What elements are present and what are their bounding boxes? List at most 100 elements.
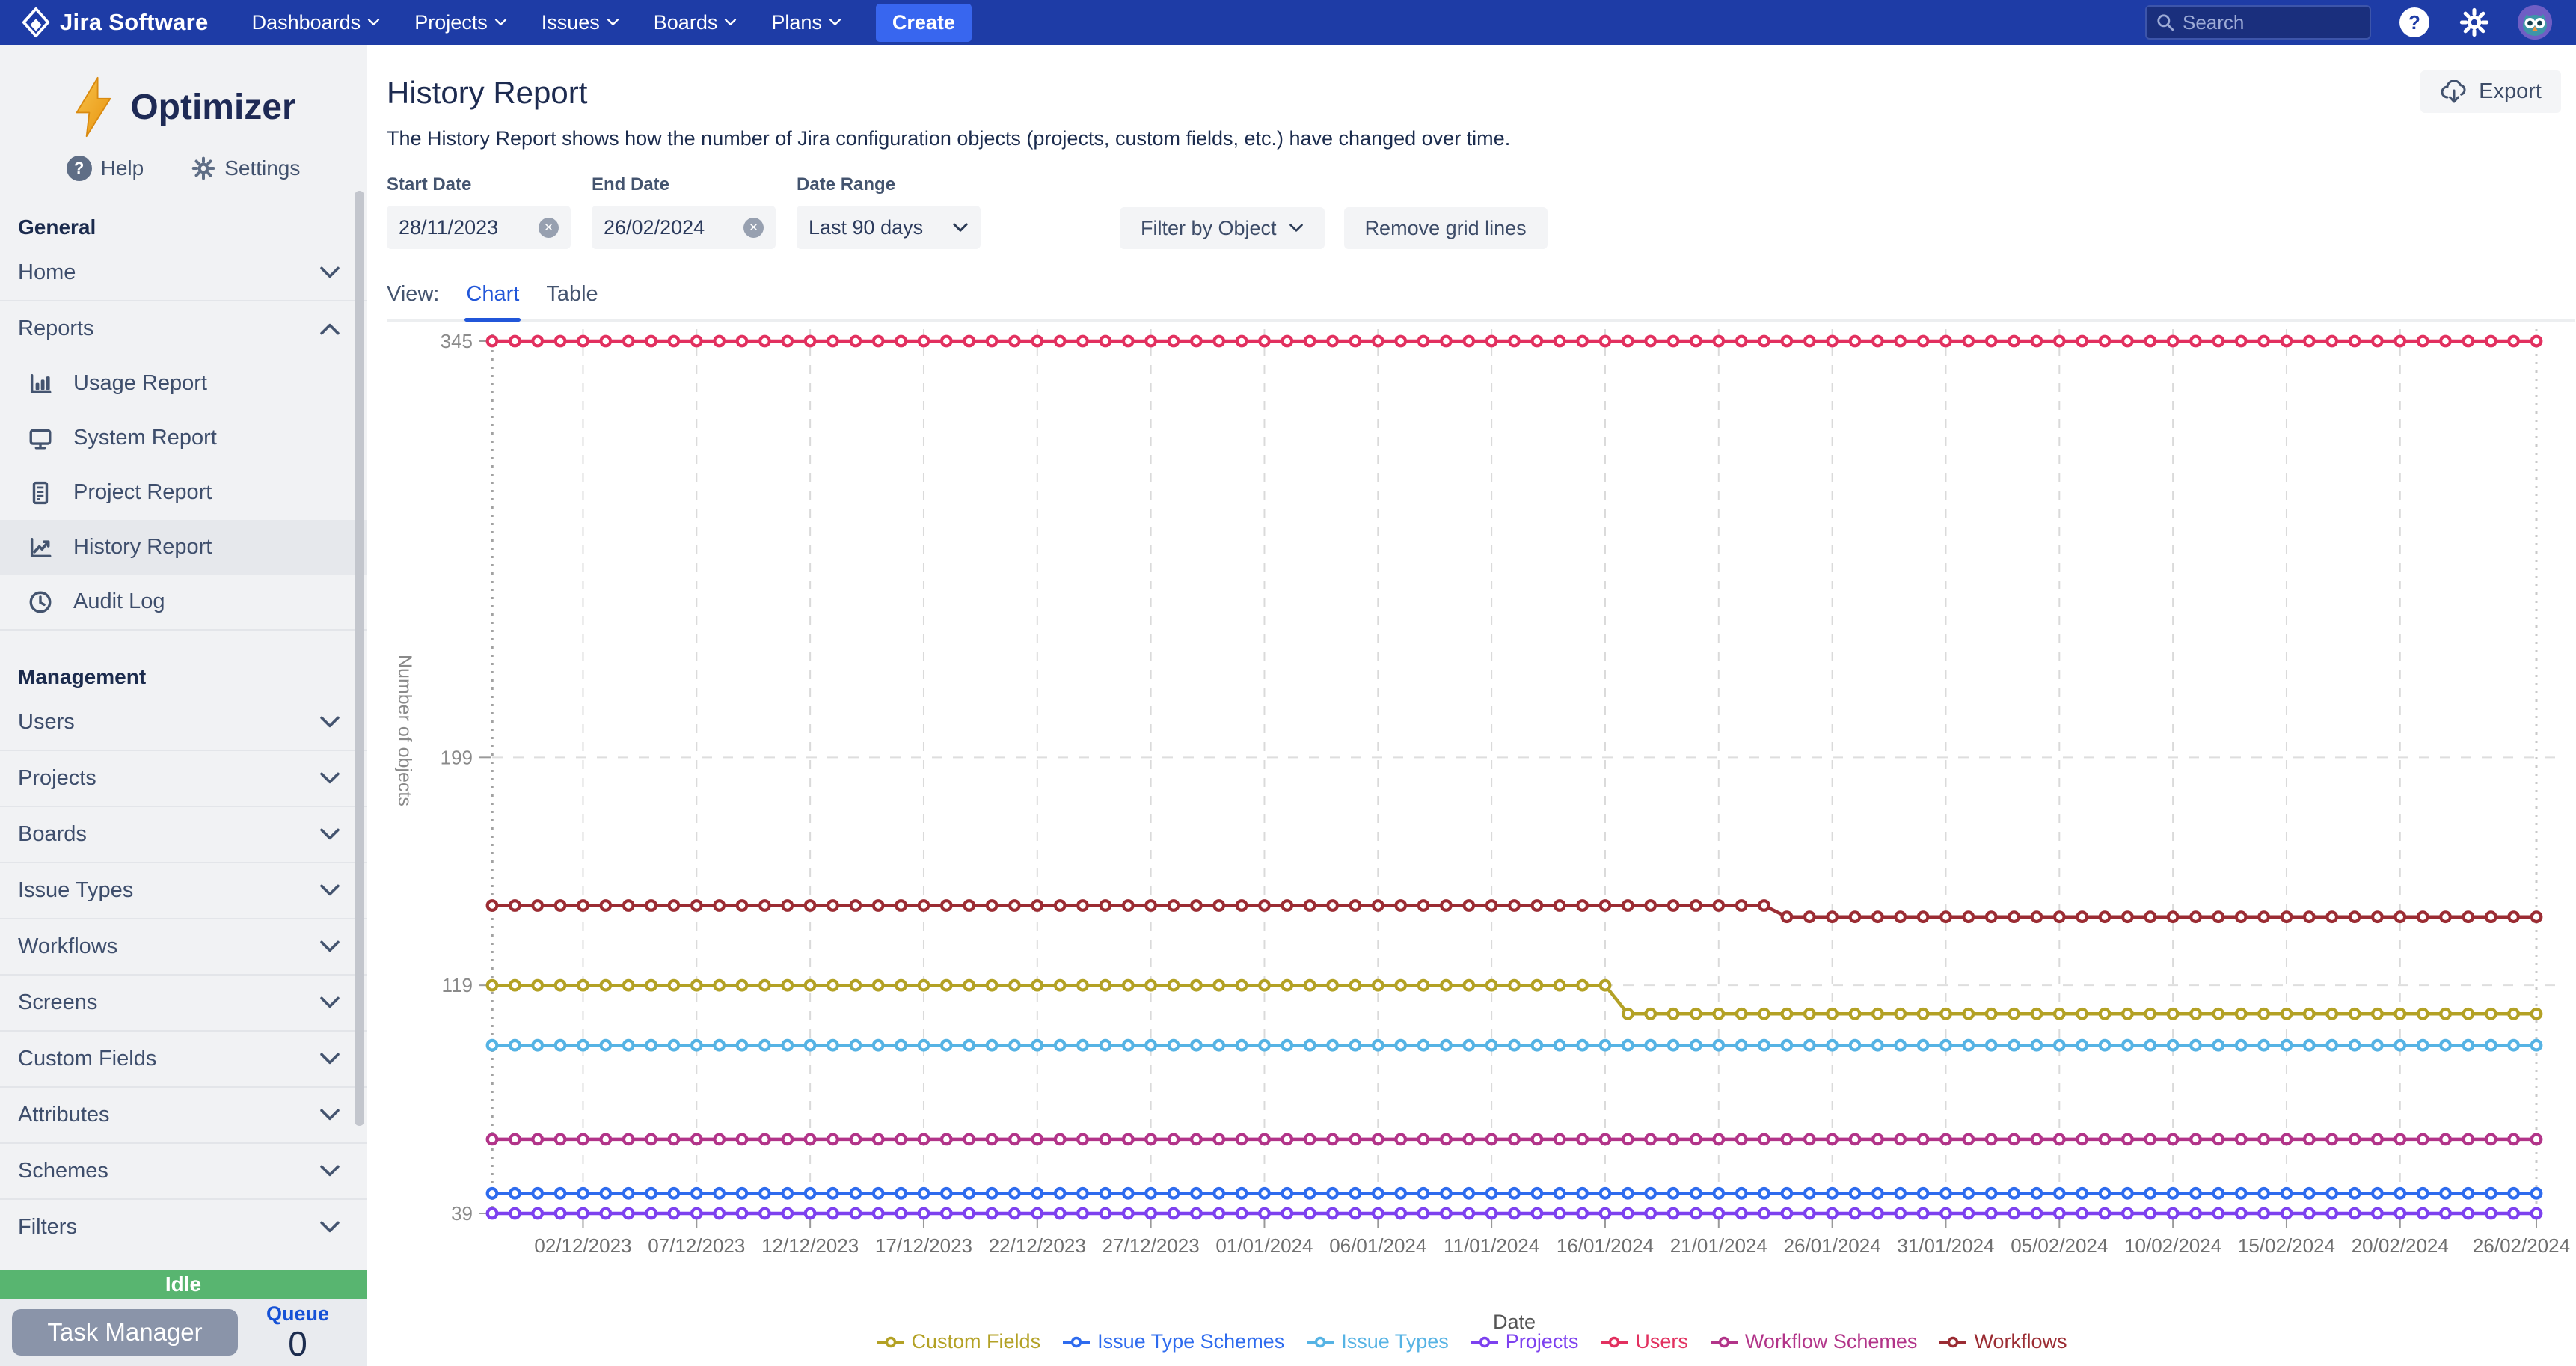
- queue-indicator: Queue 0: [266, 1302, 329, 1362]
- export-button[interactable]: Export: [2420, 70, 2561, 113]
- search-box[interactable]: [2145, 5, 2371, 40]
- gear-icon[interactable]: [2459, 7, 2489, 37]
- legend-item-issue-types[interactable]: Issue Types: [1305, 1330, 1449, 1353]
- sidebar-item-projects[interactable]: Projects: [0, 751, 367, 806]
- gear-icon: [191, 156, 215, 180]
- sidebar-item-label: Custom Fields: [18, 1047, 156, 1071]
- sidebar-item-project-report[interactable]: Project Report: [0, 465, 367, 520]
- end-date-input[interactable]: [604, 216, 723, 239]
- legend-item-workflow-schemes[interactable]: Workflow Schemes: [1709, 1330, 1918, 1353]
- svg-text:15/02/2024: 15/02/2024: [2238, 1234, 2335, 1257]
- clear-icon[interactable]: ✕: [539, 218, 559, 238]
- date-range-value: Last 90 days: [809, 216, 923, 239]
- nav-item-projects[interactable]: Projects: [414, 11, 507, 34]
- remove-grid-lines-button[interactable]: Remove grid lines: [1344, 207, 1548, 249]
- settings-label: Settings: [224, 156, 300, 180]
- sidebar-item-workflows[interactable]: Workflows: [0, 919, 367, 974]
- jira-brand[interactable]: Jira Software: [21, 7, 209, 38]
- chevron-down-icon: [319, 1221, 341, 1234]
- legend-marker-icon: [1305, 1336, 1335, 1348]
- section-heading-general: General: [18, 215, 367, 239]
- sidebar-item-audit-log[interactable]: Audit Log: [0, 575, 367, 629]
- sidebar-item-usage-report[interactable]: Usage Report: [0, 356, 367, 411]
- sidebar-item-custom-fields[interactable]: Custom Fields: [0, 1032, 367, 1086]
- legend-item-users[interactable]: Users: [1599, 1330, 1688, 1353]
- chevron-down-icon: [829, 19, 841, 26]
- main-content: History Report The History Report shows …: [367, 45, 2576, 1366]
- sidebar-item-boards[interactable]: Boards: [0, 807, 367, 862]
- sidebar-menu: General Home Reports Usage ReportSystem Rep…: [0, 215, 367, 1255]
- task-manager-row: Task Manager Queue 0: [0, 1299, 367, 1366]
- legend-item-workflows[interactable]: Workflows: [1938, 1330, 2067, 1353]
- legend-item-projects[interactable]: Projects: [1470, 1330, 1579, 1353]
- legend-item-issue-type-schemes[interactable]: Issue Type Schemes: [1061, 1330, 1284, 1353]
- nav-item-boards[interactable]: Boards: [654, 11, 737, 34]
- nav-item-issues[interactable]: Issues: [542, 11, 619, 34]
- clear-icon[interactable]: ✕: [743, 218, 764, 238]
- sidebar-item-home[interactable]: Home: [0, 245, 367, 300]
- legend-marker-icon: [1470, 1336, 1500, 1348]
- chevron-down-icon: [319, 772, 341, 785]
- date-range-select[interactable]: Last 90 days: [797, 206, 981, 249]
- sidebar-item-label: Reports: [18, 316, 94, 341]
- end-date-field[interactable]: ✕: [592, 206, 776, 249]
- svg-text:31/01/2024: 31/01/2024: [1897, 1234, 1994, 1257]
- sidebar-item-schemes[interactable]: Schemes: [0, 1144, 367, 1198]
- sidebar-item-screens[interactable]: Screens: [0, 976, 367, 1030]
- start-date-input[interactable]: [399, 216, 518, 239]
- nav-item-label: Dashboards: [252, 11, 361, 34]
- svg-text:01/01/2024: 01/01/2024: [1215, 1234, 1313, 1257]
- legend-item-custom-fields[interactable]: Custom Fields: [876, 1330, 1041, 1353]
- chevron-down-icon: [607, 19, 619, 26]
- divider: [0, 629, 367, 631]
- filter-by-object-label: Filter by Object: [1141, 217, 1277, 240]
- chart-legend: Custom Fields Issue Type Schemes Issue Typ…: [367, 1330, 2576, 1353]
- sidebar-item-users[interactable]: Users: [0, 695, 367, 750]
- legend-marker-icon: [1599, 1336, 1629, 1348]
- owl-avatar[interactable]: [2518, 5, 2552, 40]
- legend-label: Workflow Schemes: [1745, 1330, 1918, 1353]
- sidebar-item-attributes[interactable]: Attributes: [0, 1088, 367, 1142]
- svg-text:39: 39: [451, 1202, 473, 1225]
- sidebar-item-filters[interactable]: Filters: [0, 1200, 367, 1255]
- tab-chart[interactable]: Chart: [466, 282, 519, 319]
- filter-bar: Start Date ✕ End Date ✕ Date Range Last …: [387, 174, 2576, 249]
- nav-item-label: Plans: [771, 11, 822, 34]
- filter-by-object-button[interactable]: Filter by Object: [1120, 207, 1325, 249]
- legend-label: Users: [1635, 1330, 1688, 1353]
- chevron-down-icon: [319, 884, 341, 897]
- task-manager-button[interactable]: Task Manager: [12, 1309, 238, 1356]
- history-chart: 02/12/202307/12/202312/12/202317/12/2023…: [367, 314, 2576, 1366]
- sidebar-item-reports[interactable]: Reports: [0, 301, 367, 356]
- sidebar-item-system-report[interactable]: System Report: [0, 411, 367, 465]
- optimizer-logo: Optimizer: [0, 45, 367, 142]
- svg-text:11/01/2024: 11/01/2024: [1444, 1234, 1539, 1257]
- start-date-field[interactable]: ✕: [387, 206, 571, 249]
- create-button[interactable]: Create: [876, 4, 972, 42]
- svg-text:07/12/2023: 07/12/2023: [648, 1234, 745, 1257]
- sidebar-item-label: Issue Types: [18, 878, 133, 903]
- nav-item-dashboards[interactable]: Dashboards: [252, 11, 381, 34]
- sidebar-item-issue-types[interactable]: Issue Types: [0, 863, 367, 918]
- status-badge: Idle: [0, 1270, 367, 1299]
- sidebar-settings-button[interactable]: Settings: [191, 156, 300, 181]
- sidebar: Optimizer ? Help Settings General Home Rep…: [0, 45, 367, 1366]
- sidebar-help-button[interactable]: ? Help: [67, 156, 144, 181]
- nav-item-label: Issues: [542, 11, 600, 34]
- help-icon[interactable]: ?: [2399, 7, 2429, 37]
- chevron-down-icon: [319, 266, 341, 279]
- sidebar-item-label: Home: [18, 260, 76, 285]
- help-icon: ?: [67, 156, 92, 181]
- view-label: View:: [387, 282, 439, 319]
- nav-item-plans[interactable]: Plans: [771, 11, 841, 34]
- monitor-icon: [27, 426, 54, 451]
- svg-text:345: 345: [441, 330, 473, 352]
- search-input[interactable]: [2183, 11, 2355, 34]
- chevron-down-icon: [367, 19, 380, 26]
- tab-table[interactable]: Table: [546, 282, 598, 319]
- svg-text:199: 199: [441, 746, 473, 768]
- sidebar-scrollbar[interactable]: [355, 191, 364, 1126]
- chevron-up-icon: [319, 322, 341, 335]
- legend-label: Workflows: [1974, 1330, 2067, 1353]
- sidebar-item-history-report[interactable]: History Report: [0, 520, 367, 575]
